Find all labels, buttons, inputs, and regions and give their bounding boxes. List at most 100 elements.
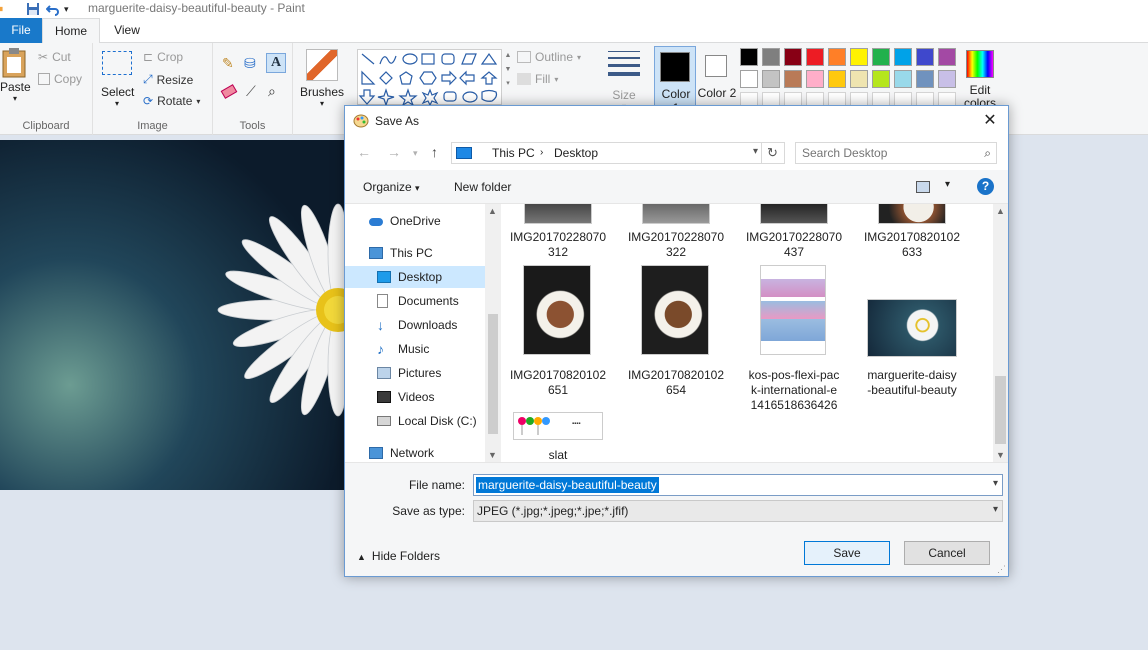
palette-color-swatch[interactable] xyxy=(894,70,912,88)
organize-button[interactable]: Organize ▾ xyxy=(363,180,420,194)
file-item[interactable]: kos-pos-flexi-pac k-international-e 1416… xyxy=(739,265,849,413)
tab-file[interactable]: File xyxy=(0,18,42,43)
cancel-button[interactable]: Cancel xyxy=(904,541,990,565)
file-item[interactable]: IMG20170820102 651 xyxy=(503,265,613,398)
size-button[interactable]: Size ▾ xyxy=(604,49,644,111)
pencil-icon[interactable]: ✎ xyxy=(222,55,234,72)
search-box[interactable]: ⌕ xyxy=(795,142,997,164)
resize-grip-icon[interactable]: ⋰ xyxy=(997,564,1006,575)
palette-color-swatch[interactable] xyxy=(784,70,802,88)
up-arrow-icon[interactable]: ↑ xyxy=(431,144,438,160)
palette-color-swatch[interactable] xyxy=(916,70,934,88)
select-button[interactable]: Select ▾ xyxy=(101,51,134,108)
save-button[interactable]: Save xyxy=(804,541,890,565)
copy-button[interactable]: Copy xyxy=(38,72,82,86)
refresh-icon[interactable]: ↻ xyxy=(761,142,783,164)
nav-item-desktop[interactable]: Desktop xyxy=(345,266,485,288)
file-name-dropdown-icon[interactable]: ▾ xyxy=(993,478,998,489)
new-folder-button[interactable]: New folder xyxy=(454,180,511,194)
outline-button[interactable]: Outline ▾ xyxy=(517,50,581,64)
change-view-icon[interactable] xyxy=(916,181,930,193)
search-input[interactable] xyxy=(796,143,966,163)
palette-color-swatch[interactable] xyxy=(938,48,956,66)
rotate-button[interactable]: ⟳ Rotate ▾ xyxy=(143,94,200,108)
nav-item-network[interactable]: Network xyxy=(345,442,485,464)
file-name-input[interactable]: marguerite-daisy-beautiful-beauty ▾ xyxy=(473,474,1003,496)
file-item[interactable]: IMG20170820102 633 xyxy=(857,204,967,260)
palette-color-swatch[interactable] xyxy=(740,48,758,66)
tab-view[interactable]: View xyxy=(105,18,149,43)
recent-locations-icon[interactable]: ▾ xyxy=(413,148,418,159)
magnifier-icon[interactable]: ⌕ xyxy=(268,83,276,100)
quick-access-dropdown-icon[interactable]: ▾ xyxy=(64,4,69,15)
file-item[interactable]: ▪▪▪▪ slat xyxy=(503,412,613,462)
nav-item-videos[interactable]: Videos xyxy=(345,386,485,408)
eraser-icon[interactable] xyxy=(220,84,238,99)
scroll-up-icon[interactable]: ▲ xyxy=(996,206,1005,216)
palette-color-swatch[interactable] xyxy=(762,48,780,66)
address-bar[interactable]: This PC › Desktop ▾ xyxy=(451,142,785,164)
cut-button[interactable]: ✂ Cut xyxy=(38,50,71,64)
palette-color-swatch[interactable] xyxy=(894,48,912,66)
help-icon[interactable]: ? xyxy=(977,178,994,195)
text-tool-icon[interactable]: A xyxy=(266,53,286,73)
nav-item-documents[interactable]: Documents xyxy=(345,290,485,312)
forward-arrow-icon[interactable]: → xyxy=(387,144,401,160)
fill-button[interactable]: Fill ▾ xyxy=(517,72,558,86)
file-item[interactable]: IMG20170228070 437 xyxy=(739,204,849,260)
file-item[interactable]: marguerite-daisy -beautiful-beauty xyxy=(857,299,967,398)
breadcrumb-this-pc[interactable]: This PC xyxy=(492,146,535,160)
shapes-gallery[interactable] xyxy=(357,49,502,107)
file-item[interactable]: IMG20170228070 312 xyxy=(503,204,613,260)
palette-color-swatch[interactable] xyxy=(806,48,824,66)
shapes-scroll[interactable]: ▲ ▼ ▾ xyxy=(503,49,513,105)
file-list-scroll-thumb[interactable] xyxy=(995,376,1006,444)
navigation-pane-scrollbar[interactable]: ▲ ▼ xyxy=(485,204,501,462)
edit-colors-button[interactable]: Edit colors xyxy=(960,47,1000,113)
palette-color-swatch[interactable] xyxy=(850,48,868,66)
undo-icon[interactable] xyxy=(46,2,60,16)
tab-home[interactable]: Home xyxy=(42,18,100,44)
file-item[interactable]: IMG20170228070 322 xyxy=(621,204,731,260)
palette-color-swatch[interactable] xyxy=(872,48,890,66)
save-icon[interactable] xyxy=(26,2,40,16)
nav-item-music[interactable]: ♪ Music xyxy=(345,338,485,360)
palette-color-swatch[interactable] xyxy=(916,48,934,66)
nav-item-onedrive[interactable]: OneDrive xyxy=(345,210,485,232)
navigation-pane-scroll-thumb[interactable] xyxy=(488,314,498,434)
save-as-type-dropdown-icon[interactable]: ▾ xyxy=(993,504,998,515)
save-as-type-select[interactable]: JPEG (*.jpg;*.jpeg;*.jpe;*.jfif) ▾ xyxy=(473,500,1003,522)
palette-color-swatch[interactable] xyxy=(740,70,758,88)
nav-item-downloads[interactable]: ↓ Downloads xyxy=(345,314,485,336)
fill-bucket-icon[interactable]: ⛁ xyxy=(244,55,256,72)
scroll-down-icon[interactable]: ▼ xyxy=(996,450,1005,460)
file-item[interactable]: IMG20170820102 654 xyxy=(621,265,731,398)
palette-color-swatch[interactable] xyxy=(784,48,802,66)
brushes-button[interactable]: Brushes ▾ xyxy=(299,49,345,108)
nav-item-local-disk[interactable]: Local Disk (C:) xyxy=(345,410,485,432)
address-dropdown-icon[interactable]: ▾ xyxy=(753,146,758,157)
palette-color-swatch[interactable] xyxy=(806,70,824,88)
palette-color-swatch[interactable] xyxy=(828,70,846,88)
palette-color-swatch[interactable] xyxy=(938,70,956,88)
breadcrumb-desktop[interactable]: Desktop xyxy=(554,146,598,160)
hide-folders-button[interactable]: ▲ Hide Folders xyxy=(357,549,440,563)
breadcrumb-separator-icon[interactable]: › xyxy=(540,147,543,158)
color-picker-icon[interactable]: ⟋ xyxy=(246,83,256,100)
paste-button[interactable]: Paste ▾ xyxy=(0,47,31,103)
scroll-down-icon[interactable]: ▼ xyxy=(488,450,497,460)
view-options-dropdown-icon[interactable]: ▾ xyxy=(945,179,950,190)
palette-color-swatch[interactable] xyxy=(828,48,846,66)
crop-button[interactable]: ⊏ Crop xyxy=(143,50,183,64)
close-icon[interactable]: ✕ xyxy=(978,110,1002,132)
nav-item-pictures[interactable]: Pictures xyxy=(345,362,485,384)
scroll-up-icon[interactable]: ▲ xyxy=(488,206,497,216)
palette-color-swatch[interactable] xyxy=(850,70,868,88)
palette-color-swatch[interactable] xyxy=(762,70,780,88)
file-list-scrollbar[interactable]: ▲ ▼ xyxy=(993,204,1008,462)
daisy-image-canvas[interactable] xyxy=(0,140,350,490)
resize-button[interactable]: ⤢ Resize xyxy=(143,72,193,87)
nav-item-this-pc[interactable]: This PC xyxy=(345,242,485,264)
palette-color-swatch[interactable] xyxy=(872,70,890,88)
back-arrow-icon[interactable]: ← xyxy=(357,144,371,160)
